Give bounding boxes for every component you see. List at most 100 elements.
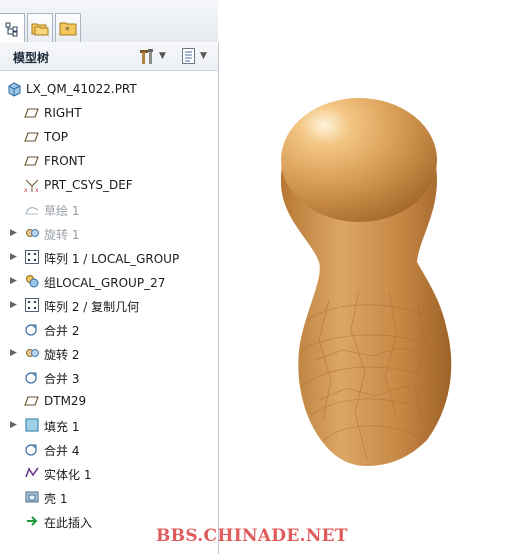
tree-item-icon	[24, 489, 40, 505]
svg-text:*: *	[65, 26, 70, 36]
panel-header: 模型树 ▼ ▼	[0, 42, 218, 71]
tree-item[interactable]: x x PRT_CSYS_DEF	[0, 174, 218, 196]
expand-arrow-icon[interactable]: ▶	[10, 227, 18, 239]
revolve-icon	[26, 229, 39, 237]
tree-item-label: PRT_CSYS_DEF	[44, 178, 133, 192]
tab-folder-browser[interactable]	[27, 13, 53, 42]
pattern-icon	[25, 250, 39, 264]
tree-item-icon	[24, 201, 40, 217]
merge-icon	[25, 324, 37, 336]
tree-item[interactable]: ▶ 阵列 2 / 复制几何	[0, 294, 218, 316]
shell-icon	[25, 491, 39, 503]
tree-item-icon	[24, 393, 40, 409]
tree-item-icon	[24, 441, 40, 457]
tree-item-label: 草绘 1	[44, 204, 80, 218]
expand-arrow-icon[interactable]: ▶	[10, 251, 18, 263]
tree-item-icon	[24, 369, 40, 385]
tree-item-label: LX_QM_41022.PRT	[26, 82, 137, 96]
tree-item-label: TOP	[44, 130, 69, 144]
tree-item-label: 合并 2	[44, 324, 80, 338]
tree-item-label: 阵列 1 / LOCAL_GROUP	[44, 252, 180, 266]
tree-item-icon	[24, 417, 40, 433]
tree-item-label: 旋转 1	[44, 228, 80, 242]
part-icon	[8, 82, 21, 97]
tree-item-label: DTM29	[44, 394, 87, 408]
tree-item-icon	[24, 297, 40, 313]
tree-item-icon	[24, 465, 40, 481]
expand-arrow-icon[interactable]: ▶	[10, 299, 18, 311]
csys-icon: xx	[24, 179, 39, 193]
expand-arrow-icon[interactable]: ▶	[10, 347, 18, 359]
show-button[interactable]: ▼	[181, 47, 207, 65]
merge-icon	[25, 372, 37, 384]
tree-item-icon	[24, 345, 40, 361]
tree-item[interactable]: ▶ 旋转 2	[0, 342, 218, 364]
tree-item-icon	[24, 249, 40, 265]
datum-plane-icon	[24, 396, 39, 406]
pattern-icon	[25, 298, 39, 312]
tab-favorites[interactable]: *	[55, 13, 81, 42]
tree-item-icon	[24, 153, 40, 169]
tree-item-icon	[24, 273, 40, 289]
chevron-down-icon: ▼	[159, 51, 166, 61]
tree-item[interactable]: 合并 4	[0, 438, 218, 460]
tree-item[interactable]: ▶ 阵列 1 / LOCAL_GROUP	[0, 246, 218, 268]
tree-item[interactable]: FRONT	[0, 150, 218, 172]
settings-button[interactable]: ▼	[138, 47, 166, 65]
tree-item[interactable]: ▶ 填充 1	[0, 414, 218, 436]
tree-item-icon	[24, 129, 40, 145]
tree-item-label: FRONT	[44, 154, 85, 168]
tree-item-label: 阵列 2 / 复制几何	[44, 300, 140, 314]
tree-item[interactable]: LX_QM_41022.PRT	[0, 78, 218, 100]
tree-item[interactable]: 合并 2	[0, 318, 218, 340]
tree-item[interactable]: 壳 1	[0, 486, 218, 508]
folder-browser-icon	[31, 23, 49, 36]
tree-item[interactable]: TOP	[0, 126, 218, 148]
tree-item[interactable]: RIGHT	[0, 102, 218, 124]
sketch-icon	[25, 207, 39, 215]
svg-text:x: x	[24, 187, 28, 193]
tree-item-icon	[24, 105, 40, 121]
tree-item-label: 在此插入	[44, 516, 93, 530]
tree-item-label: 实体化 1	[44, 468, 92, 482]
model-head	[281, 98, 437, 222]
chevron-down-icon: ▼	[200, 51, 207, 61]
expand-arrow-icon[interactable]: ▶	[10, 275, 18, 287]
expand-arrow-icon[interactable]: ▶	[10, 419, 18, 431]
tree-item-icon	[24, 513, 40, 529]
watermark-text: BBS.CHINADE.NET	[156, 526, 348, 546]
svg-text:x: x	[35, 187, 39, 193]
tab-model-tree[interactable]	[0, 13, 25, 43]
tree-item-icon	[24, 321, 40, 337]
datum-plane-icon	[24, 108, 39, 118]
tree-item-icon	[24, 225, 40, 241]
tree-item[interactable]: 草绘 1	[0, 198, 218, 220]
revolve-icon	[26, 349, 39, 357]
tree-item[interactable]: 实体化 1	[0, 462, 218, 484]
navigator-tabs: *	[0, 0, 218, 43]
insert-here-icon	[27, 516, 38, 526]
fill-icon	[25, 418, 39, 432]
tree-item-label: 合并 4	[44, 444, 80, 458]
tree-item-label: 填充 1	[44, 420, 80, 434]
tree-item[interactable]: ▶ 组LOCAL_GROUP_27	[0, 270, 218, 292]
model-tree-icon	[5, 22, 18, 36]
tree-item[interactable]: DTM29	[0, 390, 218, 412]
favorites-icon: *	[59, 22, 77, 36]
list-settings-icon	[182, 48, 195, 64]
tree-item-icon	[6, 81, 22, 97]
tree-item-label: 旋转 2	[44, 348, 80, 362]
panel-title: 模型树	[13, 51, 50, 65]
merge-icon	[25, 444, 37, 456]
tree-item-label: RIGHT	[44, 106, 82, 120]
model-tree-panel: 模型树 ▼ ▼ LX_QM_41022.PRT RIGHT TOP FRONT x x PR…	[0, 42, 219, 554]
solidify-icon	[25, 467, 39, 478]
tree-item-label: 组LOCAL_GROUP_27	[44, 276, 166, 290]
tree-item-label: 壳 1	[44, 492, 68, 506]
datum-plane-icon	[24, 132, 39, 142]
tree-item-icon: xx	[24, 177, 40, 193]
tree-item[interactable]: ▶ 旋转 1	[0, 222, 218, 244]
tree-item[interactable]: 合并 3	[0, 366, 218, 388]
tree-item-label: 合并 3	[44, 372, 80, 386]
graphics-viewport[interactable]: BBS.CHINADE.NET	[156, 0, 506, 554]
